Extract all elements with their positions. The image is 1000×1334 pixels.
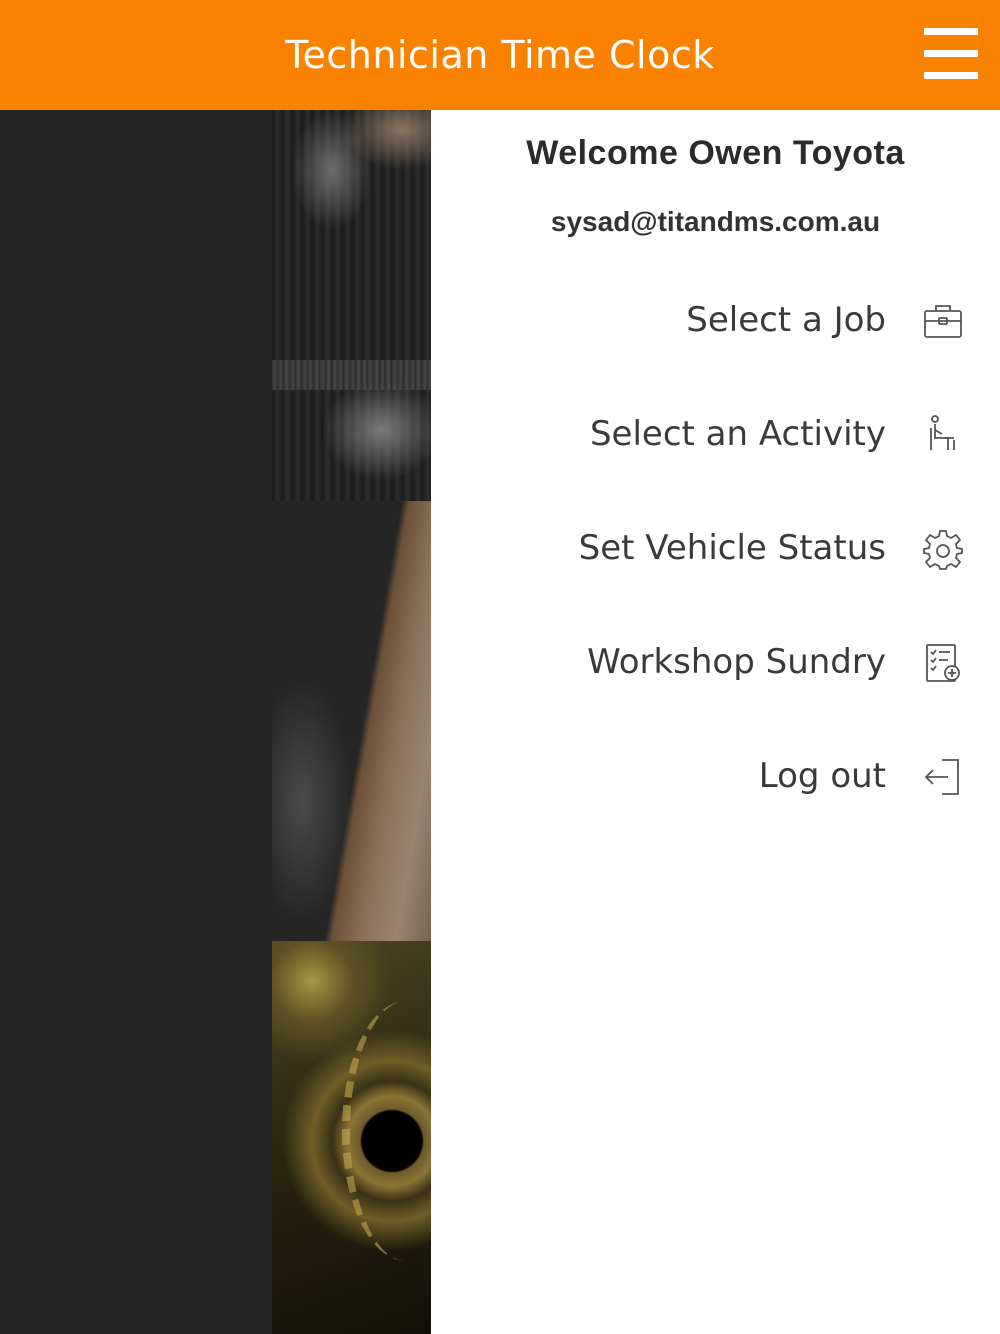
user-email: sysad@titandms.com.au <box>550 206 881 237</box>
menu-item-workshop-sundry[interactable]: Workshop Sundry <box>431 624 1000 704</box>
menu-item-label: Log out <box>758 756 886 796</box>
engine-photo <box>272 110 431 501</box>
menu-item-select-activity[interactable]: Select an Activity <box>431 396 1000 476</box>
top-app-bar: Technician Time Clock <box>0 0 1000 110</box>
logout-icon <box>922 756 964 798</box>
background-photo-strip <box>272 110 431 1334</box>
hamburger-menu-icon[interactable] <box>924 28 978 80</box>
menu-item-label: Select an Activity <box>589 414 886 454</box>
checklist-add-icon <box>922 642 964 684</box>
gears-photo <box>272 941 431 1334</box>
dimmed-overlay[interactable] <box>0 110 272 1334</box>
welcome-text: Welcome Owen Toyota <box>526 134 905 172</box>
person-sitting-icon <box>922 414 964 456</box>
page-title: Technician Time Clock <box>285 33 715 77</box>
app-screen: Technician Time Clock Welcome Owen Toyot… <box>0 0 1000 1334</box>
menu-item-log-out[interactable]: Log out <box>431 738 1000 818</box>
menu-item-label: Select a Job <box>686 300 886 340</box>
menu-item-select-job[interactable]: Select a Job <box>431 282 1000 362</box>
toolbox-icon <box>922 300 964 342</box>
menu-item-label: Set Vehicle Status <box>578 528 886 568</box>
menu-item-label: Workshop Sundry <box>587 642 886 682</box>
side-menu-drawer: Welcome Owen Toyota sysad@titandms.com.a… <box>431 110 1000 1334</box>
gear-icon <box>922 528 964 570</box>
menu-item-set-vehicle-status[interactable]: Set Vehicle Status <box>431 510 1000 590</box>
mechanic-hands-photo <box>272 501 431 941</box>
